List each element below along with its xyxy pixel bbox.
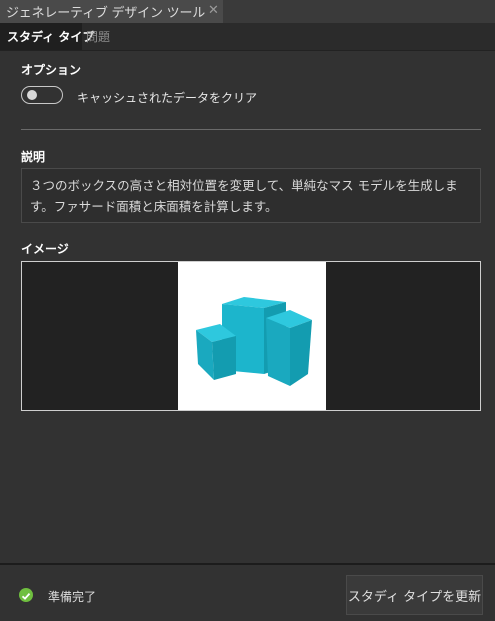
description-text: ３つのボックスの高さと相対位置を変更して、単純なマス モデルを生成します。ファサ… <box>21 168 481 223</box>
left-box-side <box>212 336 236 380</box>
options-heading: オプション <box>21 63 82 77</box>
right-box-side <box>290 320 312 386</box>
close-icon[interactable]: ✕ <box>208 3 219 18</box>
tab-issues[interactable]: 問題 <box>86 23 110 50</box>
check-icon <box>21 592 31 600</box>
clear-cache-label: キャッシュされたデータをクリア <box>77 91 258 105</box>
status-bar: 準備完了 スタディ タイプを更新 <box>0 563 495 621</box>
mass-model-image <box>196 297 312 386</box>
study-image <box>21 261 481 411</box>
status-text: 準備完了 <box>48 590 97 604</box>
divider <box>21 129 481 130</box>
tab-bar: スタディ タイプ 問題 <box>0 23 495 51</box>
update-study-type-button[interactable]: スタディ タイプを更新 <box>346 575 483 615</box>
toggle-knob <box>27 90 37 100</box>
check-circle-icon <box>19 588 33 602</box>
description-heading: 説明 <box>21 150 46 164</box>
title-bar: ジェネレーティブ デザイン ツール ✕ <box>0 0 495 23</box>
image-heading: イメージ <box>21 242 69 256</box>
clear-cache-toggle[interactable] <box>21 86 63 104</box>
tab-study-type[interactable]: スタディ タイプ <box>0 23 94 50</box>
right-box-front <box>266 318 290 386</box>
image-preview-background <box>178 262 326 410</box>
window-title: ジェネレーティブ デザイン ツール <box>6 6 206 21</box>
window-tab[interactable]: ジェネレーティブ デザイン ツール ✕ <box>0 0 223 23</box>
